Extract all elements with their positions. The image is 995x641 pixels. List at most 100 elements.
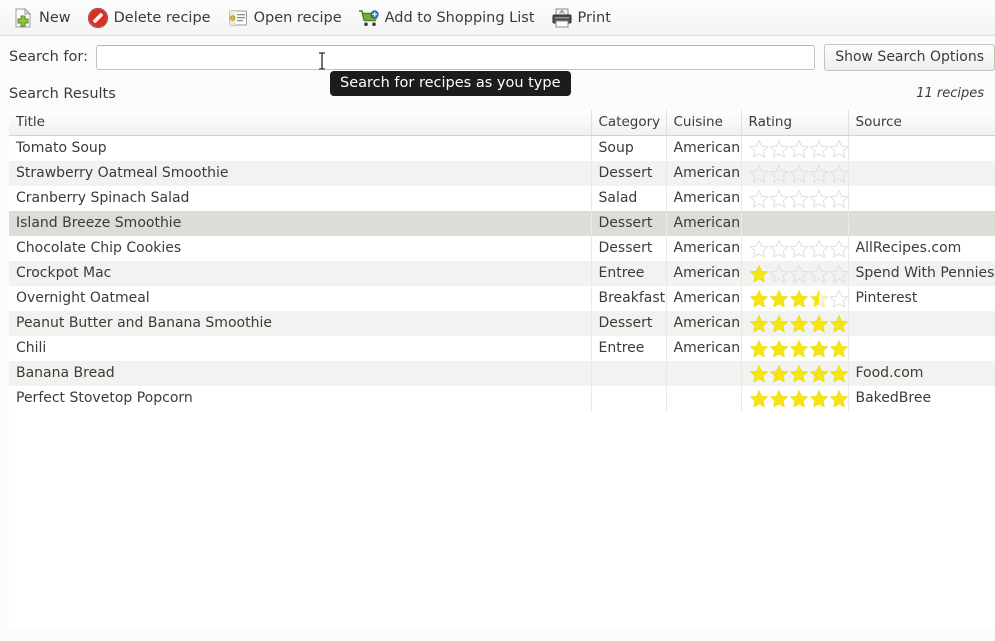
- cell-rating[interactable]: [741, 135, 849, 161]
- column-header-source[interactable]: Source: [848, 110, 995, 136]
- table-row[interactable]: Island Breeze Smoothie Dessert American: [9, 210, 995, 236]
- rating-stars[interactable]: [748, 213, 849, 233]
- cell-source: Spend With Pennies: [848, 260, 995, 286]
- rating-stars[interactable]: [748, 138, 849, 158]
- column-header-title[interactable]: Title: [9, 110, 592, 136]
- table-body: Tomato Soup Soup American Strawberry Oatmea…: [9, 135, 995, 411]
- cell-rating[interactable]: [741, 310, 849, 336]
- open-recipe-label: Open recipe: [253, 9, 342, 26]
- new-recipe-button[interactable]: New: [8, 3, 79, 33]
- cell-rating[interactable]: [741, 335, 849, 361]
- table-row[interactable]: Peanut Butter and Banana Smoothie Dessert…: [9, 310, 995, 336]
- cell-source: AllRecipes.com: [848, 235, 995, 261]
- table-row[interactable]: Strawberry Oatmeal Smoothie Dessert Americ…: [9, 160, 995, 186]
- cell-rating[interactable]: [741, 185, 849, 211]
- cell-category: Breakfast: [591, 285, 667, 311]
- cell-title: Chocolate Chip Cookies: [9, 235, 592, 261]
- rating-stars[interactable]: [749, 364, 849, 383]
- print-button[interactable]: Print: [547, 3, 619, 33]
- new-recipe-label: New: [39, 9, 71, 26]
- cell-title: Chili: [9, 335, 592, 361]
- cell-title: Overnight Oatmeal: [9, 285, 592, 311]
- printer-icon: [550, 6, 574, 30]
- rating-stars[interactable]: [749, 314, 849, 333]
- cell-category: Soup: [591, 135, 667, 161]
- cell-cuisine: [666, 385, 742, 411]
- cell-title: Peanut Butter and Banana Smoothie: [9, 310, 592, 336]
- cell-title: Tomato Soup: [9, 135, 592, 161]
- table-row[interactable]: Chocolate Chip Cookies Dessert American All…: [9, 235, 995, 261]
- cell-category: Salad: [591, 185, 667, 211]
- cell-rating[interactable]: [741, 360, 849, 386]
- table-row[interactable]: Crockpot Mac Entree American Spend With Pen…: [9, 260, 995, 286]
- delete-recipe-label: Delete recipe: [113, 9, 211, 26]
- column-header-cuisine[interactable]: Cuisine: [666, 110, 742, 136]
- open-recipe-button[interactable]: Open recipe: [223, 3, 350, 33]
- search-results-label: Search Results: [9, 86, 116, 102]
- cell-title: Cranberry Spinach Salad: [9, 185, 592, 211]
- rating-stars[interactable]: [749, 288, 849, 308]
- show-search-options-button[interactable]: Show Search Options: [824, 43, 995, 71]
- cell-category: [591, 360, 667, 386]
- cell-source: Food.com: [848, 360, 995, 386]
- cell-category: Dessert: [591, 310, 667, 336]
- recipe-manager-window: New Delete recipe Open recipe Add to Sho…: [0, 0, 995, 641]
- table-row[interactable]: Tomato Soup Soup American: [9, 135, 995, 161]
- delete-forbidden-icon: [86, 6, 110, 30]
- cell-cuisine: American: [666, 310, 742, 336]
- rating-stars[interactable]: [748, 163, 849, 183]
- rating-stars[interactable]: [749, 339, 849, 358]
- cell-category: [591, 385, 667, 411]
- cell-source: [848, 210, 995, 236]
- table-header: Title Category Cuisine Rating Source: [9, 110, 995, 136]
- rating-stars[interactable]: [748, 238, 849, 258]
- column-header-category[interactable]: Category: [591, 110, 667, 136]
- rating-stars[interactable]: [749, 389, 849, 408]
- cell-rating[interactable]: [741, 160, 849, 186]
- cell-title: Strawberry Oatmeal Smoothie: [9, 160, 592, 186]
- cell-source: [848, 185, 995, 211]
- cell-cuisine: American: [666, 135, 742, 161]
- cell-rating[interactable]: [741, 235, 849, 261]
- table-header-row: Title Category Cuisine Rating Source: [9, 110, 995, 136]
- delete-recipe-button[interactable]: Delete recipe: [83, 3, 219, 33]
- column-header-rating[interactable]: Rating: [741, 110, 849, 136]
- shopping-cart-icon: [357, 6, 381, 30]
- search-tooltip: Search for recipes as you type: [330, 71, 571, 96]
- search-results-panel[interactable]: Title Category Cuisine Rating Source Tom…: [9, 110, 995, 630]
- cell-cuisine: American: [666, 335, 742, 361]
- table-row[interactable]: Perfect Stovetop Popcorn BakedBree: [9, 385, 995, 411]
- recipe-count-label: 11 recipes: [916, 86, 984, 101]
- cell-category: Dessert: [591, 210, 667, 236]
- main-toolbar: New Delete recipe Open recipe Add to Sho…: [0, 0, 995, 36]
- print-label: Print: [577, 9, 611, 26]
- table-row[interactable]: Cranberry Spinach Salad Salad American: [9, 185, 995, 211]
- cell-cuisine: American: [666, 160, 742, 186]
- cell-cuisine: American: [666, 235, 742, 261]
- rating-stars[interactable]: [748, 188, 849, 208]
- add-to-shopping-list-button[interactable]: Add to Shopping List: [354, 3, 543, 33]
- cell-cuisine: [666, 360, 742, 386]
- cell-cuisine: American: [666, 285, 742, 311]
- cell-source: [848, 335, 995, 361]
- cell-title: Crockpot Mac: [9, 260, 592, 286]
- cell-title: Banana Bread: [9, 360, 592, 386]
- cell-category: Dessert: [591, 160, 667, 186]
- cell-source: Pinterest: [848, 285, 995, 311]
- cell-rating[interactable]: [741, 210, 849, 236]
- cell-cuisine: American: [666, 210, 742, 236]
- table-row[interactable]: Banana Bread Food.com: [9, 360, 995, 386]
- cell-category: Entree: [591, 260, 667, 286]
- cell-rating[interactable]: [741, 285, 849, 311]
- recipes-table: Title Category Cuisine Rating Source Tom…: [9, 110, 995, 411]
- search-input[interactable]: [96, 44, 816, 70]
- rating-stars[interactable]: [749, 263, 849, 283]
- table-row[interactable]: Chili Entree American: [9, 335, 995, 361]
- cell-cuisine: American: [666, 260, 742, 286]
- cell-rating[interactable]: [741, 260, 849, 286]
- cell-title: Perfect Stovetop Popcorn: [9, 385, 592, 411]
- cell-rating[interactable]: [741, 385, 849, 411]
- cell-cuisine: American: [666, 185, 742, 211]
- table-row[interactable]: Overnight Oatmeal Breakfast American Pinter…: [9, 285, 995, 311]
- cell-source: [848, 160, 995, 186]
